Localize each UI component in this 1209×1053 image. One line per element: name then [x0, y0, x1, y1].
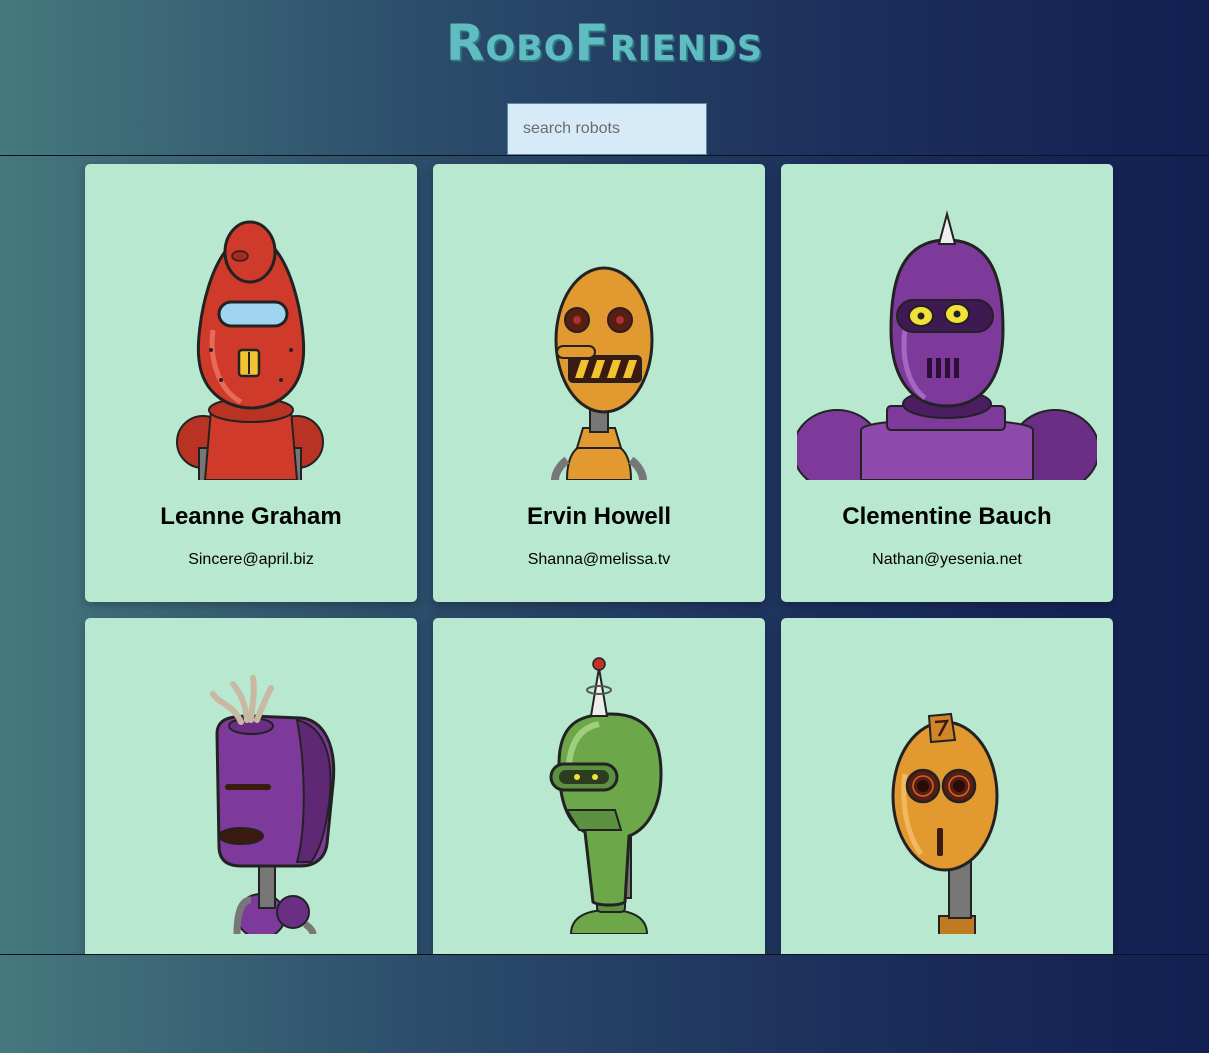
- robot-name: Clementine Bauch: [842, 503, 1052, 530]
- robot-card[interactable]: [85, 618, 417, 954]
- robot-card-grid: Leanne Graham Sincere@april.biz Ervin Ho…: [85, 164, 1113, 954]
- red-robot-avatar: [101, 180, 401, 480]
- robot-list-scroll-area[interactable]: Leanne Graham Sincere@april.biz Ervin Ho…: [0, 156, 1209, 954]
- robot-card[interactable]: Ervin Howell Shanna@melissa.tv: [433, 164, 765, 602]
- robot-card[interactable]: Clementine Bauch Nathan@yesenia.net: [781, 164, 1113, 602]
- green-robot-avatar: [449, 634, 749, 934]
- robot-name: Ervin Howell: [526, 503, 672, 530]
- robot-card[interactable]: [433, 618, 765, 954]
- search-input[interactable]: [507, 103, 707, 155]
- purple-robot-avatar: [101, 634, 401, 934]
- orange-robot-avatar: [449, 180, 749, 480]
- robot-email: Nathan@yesenia.net: [872, 551, 1022, 568]
- robot-card[interactable]: [781, 618, 1113, 954]
- robot-email: Shanna@melissa.tv: [527, 551, 671, 568]
- robot-name: Leanne Graham: [160, 503, 342, 530]
- app-title: RoboFriends: [445, 14, 764, 72]
- robot-email: Sincere@april.biz: [188, 551, 314, 568]
- purple-robot-avatar: [797, 180, 1097, 480]
- scroll-area-bottom-border: [0, 954, 1209, 955]
- robot-card[interactable]: Leanne Graham Sincere@april.biz: [85, 164, 417, 602]
- orange-robot-avatar: [797, 634, 1097, 934]
